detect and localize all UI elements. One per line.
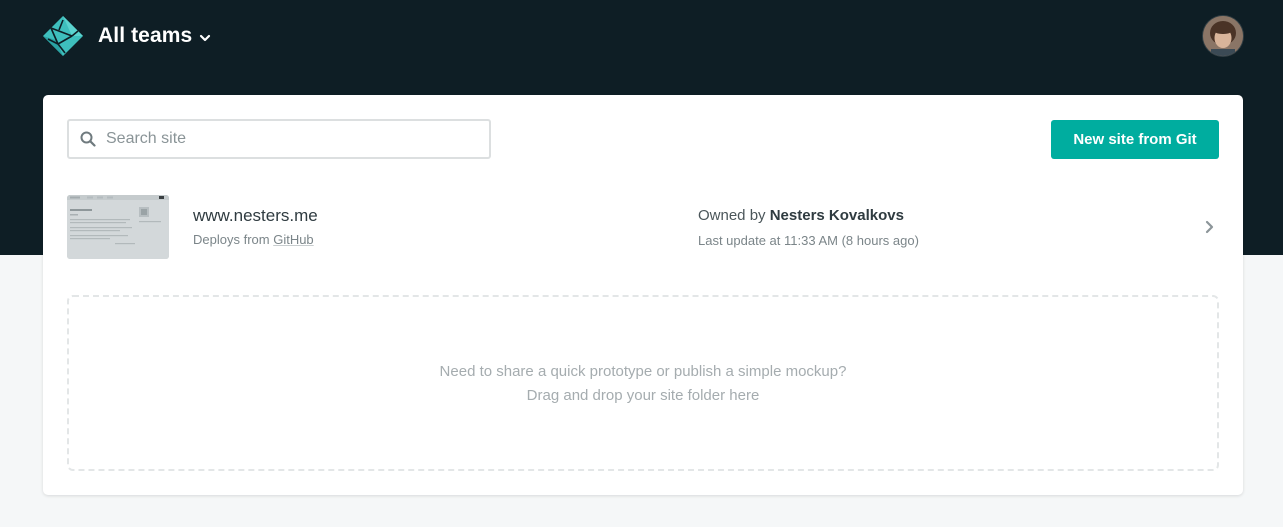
site-name[interactable]: www.nesters.me [193, 206, 318, 226]
owner-prefix: Owned by [698, 207, 766, 224]
new-site-from-git-button[interactable]: New site from Git [1051, 120, 1219, 159]
chevron-down-icon [200, 34, 211, 41]
search-box[interactable] [67, 119, 491, 159]
site-owner: Owned by Nesters Kovalkovs [698, 207, 904, 224]
drop-zone-instruction: Drag and drop your site folder here [526, 387, 760, 404]
sites-card: New site from Git [43, 95, 1243, 495]
avatar-image [1203, 16, 1243, 56]
site-row[interactable]: www.nesters.me Deploys from GitHub Owned… [43, 189, 1243, 265]
deploy-prefix: Deploys from [193, 232, 270, 247]
team-name: All teams [98, 24, 193, 47]
search-input[interactable] [104, 129, 488, 149]
search-icon [80, 131, 96, 147]
deploy-source-link[interactable]: GitHub [273, 232, 313, 247]
team-switcher[interactable]: All teams [98, 22, 211, 50]
owner-name: Nesters Kovalkovs [769, 207, 904, 224]
last-update: Last update at 11:33 AM (8 hours ago) [698, 233, 919, 248]
site-deploy-info: Deploys from GitHub [193, 232, 314, 247]
netlify-logo-icon[interactable] [42, 15, 84, 57]
chevron-right-icon [1205, 220, 1214, 234]
user-avatar[interactable] [1203, 16, 1243, 56]
site-drop-zone[interactable]: Need to share a quick prototype or publi… [67, 295, 1219, 471]
site-screenshot-thumbnail [67, 195, 169, 259]
drop-zone-prompt: Need to share a quick prototype or publi… [439, 363, 847, 380]
